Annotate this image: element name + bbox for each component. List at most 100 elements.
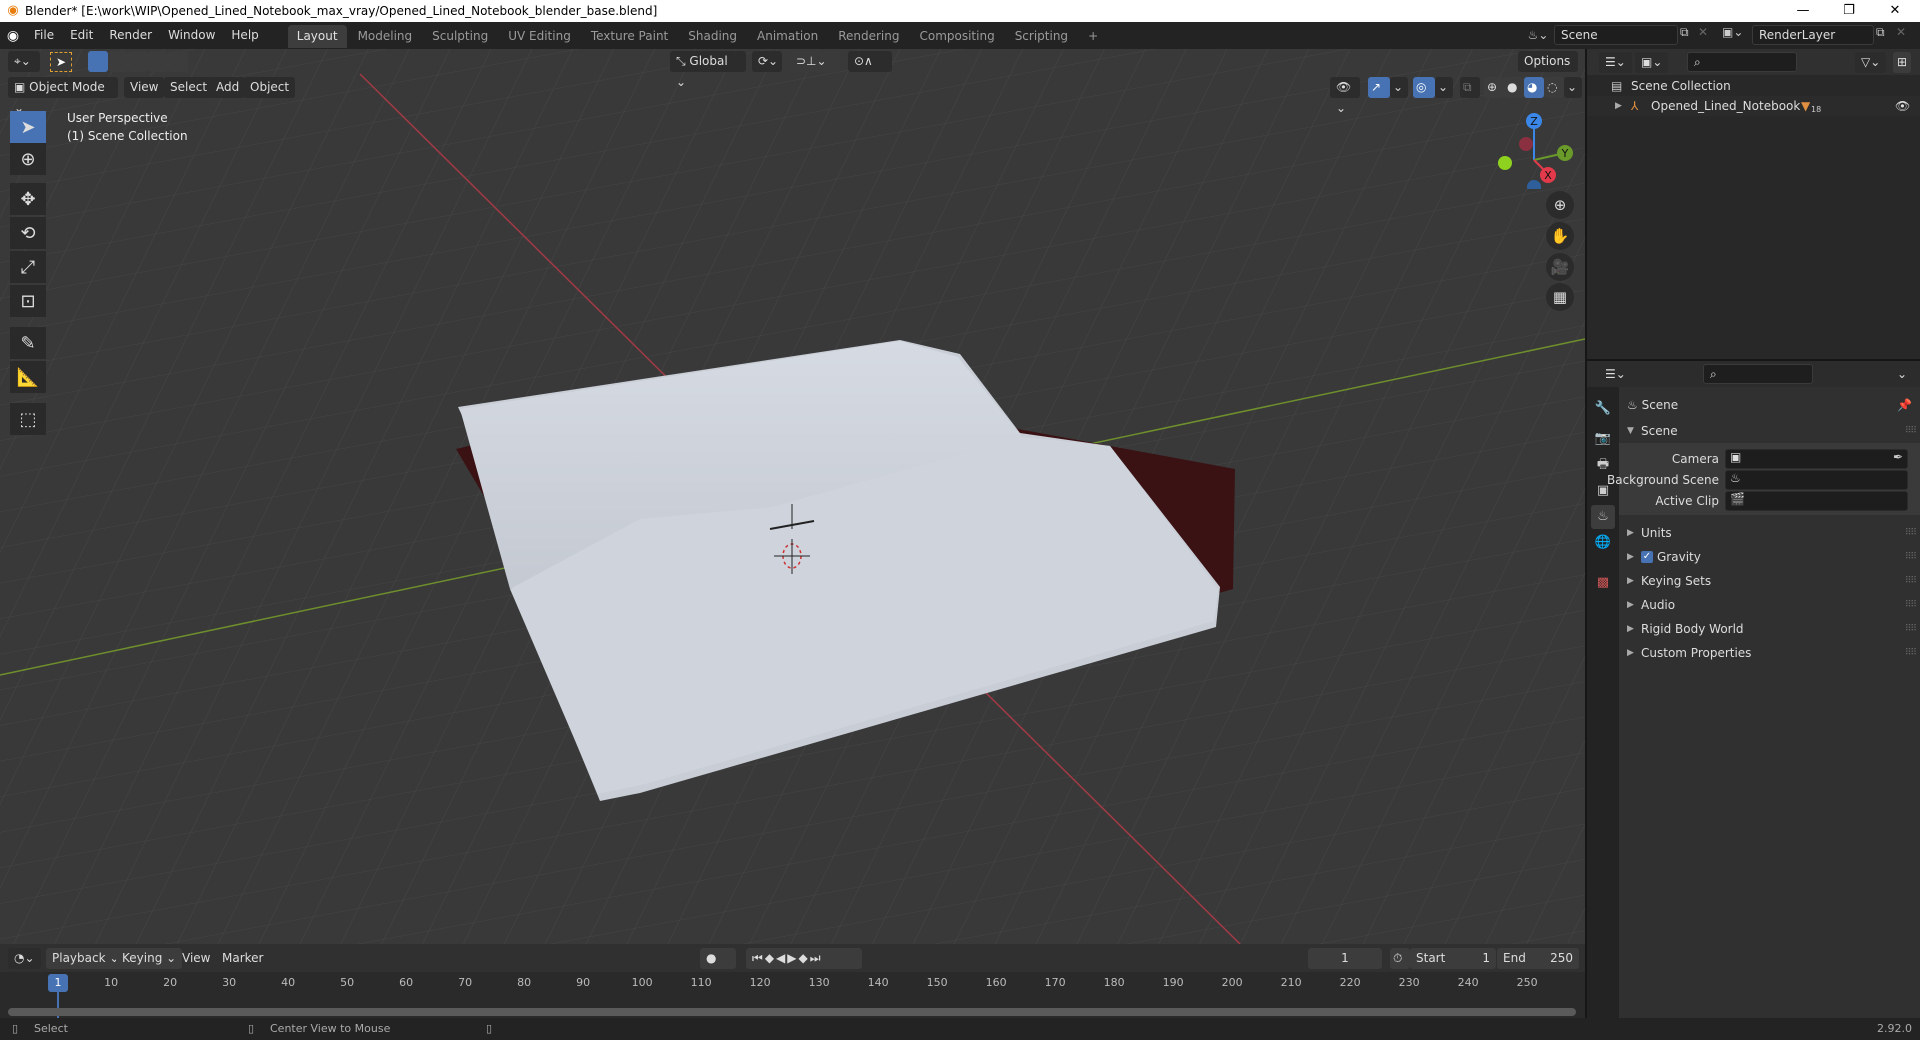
menu-view[interactable]: View [124, 77, 165, 98]
menu-marker[interactable]: Marker [216, 948, 269, 969]
outliner-editor-type-icon[interactable]: ☰⌄ [1599, 52, 1632, 73]
next-keyframe-icon[interactable]: ◆ [799, 951, 810, 965]
outliner-search-input[interactable]: ⌕ [1687, 52, 1797, 72]
solid-shading-icon[interactable]: ● [1504, 77, 1524, 98]
select-tool-icon[interactable]: ➤ [50, 52, 72, 72]
options-dropdown[interactable]: Options ⌄ [1518, 51, 1578, 89]
pivot-point-icon[interactable]: ⟳⌄ [752, 51, 782, 72]
editor-type-icon[interactable]: ⌖⌄ [8, 51, 40, 72]
menu-select[interactable]: Select [164, 77, 214, 98]
playhead[interactable]: 1 [48, 974, 68, 992]
mode-dropdown[interactable]: ▣ Object Mode ⌄ [8, 77, 118, 115]
menu-object[interactable]: Object [244, 77, 296, 98]
new-layer-icon[interactable]: ⧉ [1876, 25, 1885, 40]
pin-icon[interactable]: 📌 [1897, 395, 1912, 415]
new-collection-icon[interactable]: ⊞ [1893, 52, 1912, 73]
jump-end-icon[interactable]: ⏭ [810, 951, 823, 965]
add-workspace-button[interactable]: + [1079, 25, 1107, 48]
panel-gravity[interactable]: ▶ ✓ Gravity ⠿⠿ [1619, 545, 1920, 569]
panel-audio[interactable]: ▶ Audio ⠿⠿ [1619, 593, 1920, 617]
drag-grip-icon[interactable]: ⠿⠿ [1905, 569, 1917, 593]
move-tool[interactable]: ✥ [10, 183, 46, 215]
blender-menu-icon[interactable]: ◉ [0, 28, 26, 44]
scale-tool[interactable]: ⤢ [10, 251, 46, 283]
select-box-tool[interactable]: ➤ [10, 111, 46, 143]
render-tab-icon[interactable]: 📷 [1591, 427, 1615, 451]
new-scene-icon[interactable]: ⧉ [1680, 25, 1689, 40]
properties-search-input[interactable]: ⌕ [1703, 364, 1813, 384]
cursor-tool[interactable]: ⊕ [10, 143, 46, 175]
jump-start-icon[interactable]: ⏮ [752, 951, 765, 965]
tab-rendering[interactable]: Rendering [829, 25, 908, 48]
proportional-edit-icon[interactable]: ⊙∧ [848, 51, 892, 72]
timeline-editor-type-icon[interactable]: ◔⌄ [8, 948, 41, 969]
menu-render[interactable]: Render [101, 22, 160, 49]
snap-toggle-icon[interactable]: ⊃⊥⌄ [790, 51, 840, 72]
timeline-scrollbar[interactable] [8, 1008, 1576, 1016]
annotate-tool[interactable]: ✎ [10, 327, 46, 359]
render-layer-selector[interactable]: RenderLayer [1752, 25, 1874, 45]
3d-viewport[interactable]: ⌖⌄ ➤ ⤡ Global ⌄ ⟳⌄ ⊃⊥⌄ ⊙∧ Options ⌄ ▣ Ob… [0, 49, 1585, 944]
outliner-row-notebook[interactable]: ▶ ⅄ Opened_Lined_Notebook ▼ 18 👁 [1587, 96, 1920, 116]
tab-sculpting[interactable]: Sculpting [423, 25, 497, 48]
tab-layout[interactable]: Layout [287, 25, 347, 48]
shading-dropdown-icon[interactable]: ⌄ [1564, 77, 1582, 98]
texture-tab-icon[interactable]: ▩ [1591, 571, 1615, 595]
overlay-toggle-icon[interactable]: ◎ [1413, 77, 1435, 98]
tab-scripting[interactable]: Scripting [1006, 25, 1077, 48]
world-tab-icon[interactable]: 🌐 [1591, 531, 1615, 555]
preview-range-icon[interactable]: ⏱ [1390, 948, 1410, 969]
properties-editor-type-icon[interactable]: ☰⌄ [1599, 364, 1632, 385]
menu-playback[interactable]: Playback ⌄ [46, 948, 126, 969]
zoom-view-icon[interactable]: ⊕ [1546, 191, 1574, 219]
menu-edit[interactable]: Edit [62, 22, 101, 49]
display-mode-icon[interactable]: ▣⌄ [1635, 52, 1669, 73]
panel-rigid-body-world[interactable]: ▶ Rigid Body World ⠿⠿ [1619, 617, 1920, 641]
filter-icon[interactable]: ▽⌄ [1855, 52, 1887, 73]
outliner-row-scene-collection[interactable]: ▤ Scene Collection [1587, 76, 1920, 96]
timeline-ruler[interactable]: 10 20 30 40 50 60 70 80 90 100 110 120 130 140 150 160 1… [0, 972, 1585, 1018]
measure-tool[interactable]: 📐 [10, 361, 46, 393]
gizmo-dropdown-icon[interactable]: ⌄ [1390, 77, 1408, 98]
tab-animation[interactable]: Animation [748, 25, 827, 48]
prev-keyframe-icon[interactable]: ◆ [765, 951, 776, 965]
background-scene-field[interactable]: ♨ [1725, 470, 1908, 490]
drag-grip-icon[interactable]: ⠿⠿ [1905, 617, 1917, 641]
tool-tab-icon[interactable]: 🔧 [1591, 397, 1615, 421]
scene-icon[interactable]: ♨⌄ [1524, 25, 1552, 46]
menu-help[interactable]: Help [223, 22, 266, 49]
maximize-button[interactable]: ❐ [1826, 0, 1872, 22]
menu-timeline-view[interactable]: View [176, 948, 216, 969]
expand-arrow-icon[interactable]: ▶ [1615, 96, 1622, 116]
overlay-dropdown-icon[interactable]: ⌄ [1435, 77, 1453, 98]
menu-file[interactable]: File [26, 22, 62, 49]
transform-orientation-dropdown[interactable]: ⤡ Global ⌄ [670, 51, 746, 89]
panel-custom-properties[interactable]: ▶ Custom Properties ⠿⠿ [1619, 641, 1920, 665]
wireframe-shading-icon[interactable]: ⊕ [1484, 77, 1504, 98]
select-mode-subtract-icon[interactable] [128, 51, 148, 72]
drag-grip-icon[interactable]: ⠿⠿ [1905, 521, 1917, 545]
panel-scene-header[interactable]: ▼ Scene ⠿⠿ [1619, 419, 1920, 443]
camera-view-icon[interactable]: 🎥 [1546, 253, 1574, 281]
scene-selector[interactable]: Scene [1554, 25, 1678, 45]
minimize-button[interactable]: — [1780, 0, 1826, 22]
eyedropper-icon[interactable]: ✒ [1893, 450, 1903, 464]
tab-compositing[interactable]: Compositing [910, 25, 1003, 48]
properties-options-icon[interactable]: ⌄ [1893, 364, 1912, 385]
auto-keying-icon[interactable]: ● ⌄ [700, 948, 736, 986]
close-button[interactable]: ✕ [1872, 0, 1918, 22]
playback-controls[interactable]: ⏮◆◀▶◆⏭ [746, 948, 862, 969]
visibility-eye-icon[interactable]: 👁 [1895, 96, 1910, 116]
material-preview-shading-icon[interactable]: ◕ [1524, 77, 1544, 98]
gizmo-toggle-icon[interactable]: ↗ [1368, 77, 1390, 98]
select-mode-new-icon[interactable] [88, 51, 108, 72]
rendered-shading-icon[interactable]: ◌ [1544, 77, 1564, 98]
select-mode-intersect-icon[interactable] [168, 51, 188, 72]
tab-texture-paint[interactable]: Texture Paint [582, 25, 677, 48]
play-reverse-icon[interactable]: ◀ [776, 951, 787, 965]
menu-add[interactable]: Add [210, 77, 246, 98]
panel-units[interactable]: ▶ Units ⠿⠿ [1619, 521, 1920, 545]
delete-scene-icon[interactable]: ✕ [1698, 25, 1708, 39]
transform-tool[interactable]: ⊡ [10, 285, 46, 317]
tab-shading[interactable]: Shading [679, 25, 746, 48]
